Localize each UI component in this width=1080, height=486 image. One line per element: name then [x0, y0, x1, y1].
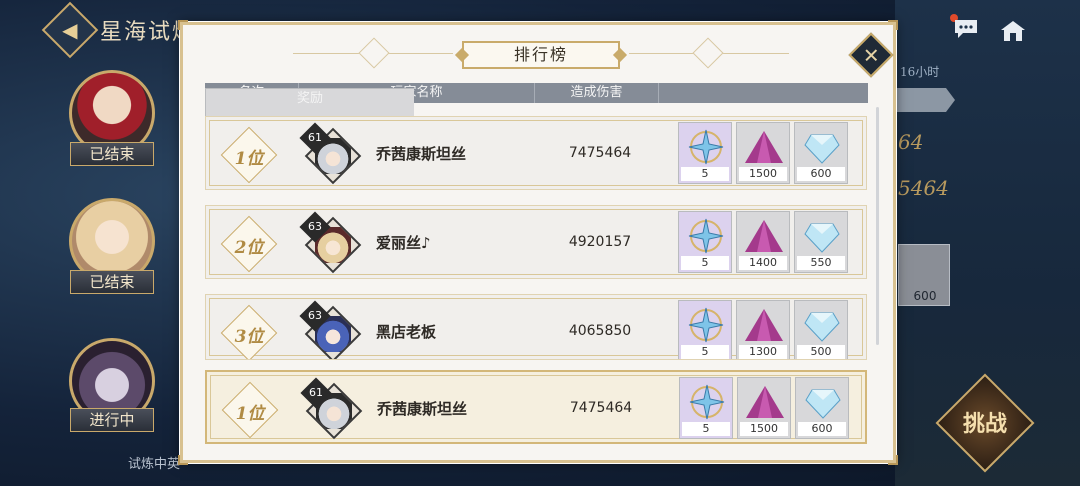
reward-crystal-pile[interactable]: 1500 — [737, 377, 791, 439]
crystal-pile-icon — [745, 309, 783, 341]
status-label: 已结束 — [70, 142, 154, 166]
reward-gem[interactable]: 600 — [794, 122, 848, 184]
corner-ornament — [178, 455, 188, 465]
gem-icon — [804, 223, 840, 253]
rank-label: 1位 — [234, 149, 264, 169]
rank-label: 2位 — [234, 238, 264, 258]
reward-gem[interactable]: 500 — [794, 300, 848, 359]
corner-ornament — [888, 455, 898, 465]
reward-count: 600 — [798, 422, 846, 436]
character-entry[interactable]: 已结束 — [62, 70, 162, 180]
title-ornament-diamond — [358, 37, 390, 69]
table-row[interactable]: 1位 61 乔茜康斯坦丝 7475464 5 1500 600 — [205, 116, 867, 190]
close-button[interactable]: ✕ — [848, 32, 894, 78]
chat-icon[interactable] — [953, 18, 979, 40]
reward-compass[interactable]: 5 — [678, 211, 732, 273]
score-value: 5464 — [898, 176, 949, 200]
reward-count: 5 — [681, 256, 729, 270]
damage-value: 4065850 — [568, 323, 632, 339]
rank-label: 1位 — [235, 404, 265, 424]
reward-count: 1300 — [739, 345, 787, 359]
player-name: 乔茜康斯坦丝 — [376, 145, 467, 163]
crystal-pile-icon — [745, 131, 783, 163]
reward-gem[interactable]: 600 — [795, 377, 849, 439]
player-avatar[interactable]: 63 — [299, 300, 362, 359]
compass-icon — [688, 218, 724, 254]
back-button[interactable]: ◀ — [41, 1, 99, 59]
reward-compass[interactable]: 5 — [679, 377, 733, 439]
player-avatar[interactable]: 63 — [299, 211, 362, 274]
score-value: 64 — [898, 130, 924, 154]
player-avatar[interactable]: 61 — [299, 122, 362, 185]
reward-count: 600 — [797, 167, 845, 181]
reward-item: 600 — [898, 244, 950, 306]
my-rank-row[interactable]: 1位 61 乔茜康斯坦丝 7475464 5 1500 600 — [205, 370, 867, 444]
rank-badge: 3位 — [220, 304, 278, 359]
corner-ornament — [178, 20, 188, 30]
table-row[interactable]: 2位 63 爱丽丝♪ 4920157 5 1400 550 — [205, 205, 867, 279]
reward-count: 500 — [797, 345, 845, 359]
top-bar: ◀ 星海试炼 — [41, 1, 196, 59]
rank-badge: 1位 — [220, 126, 278, 184]
reward-count: 5 — [681, 345, 729, 359]
rank-badge: 2位 — [220, 215, 278, 273]
header-damage: 造成伤害 — [535, 83, 659, 103]
reward-count: 1500 — [740, 422, 788, 436]
table-row[interactable]: 3位 63 黑店老板 4065850 5 1300 500 — [205, 294, 867, 360]
reward-count: 600 — [913, 289, 937, 303]
modal-title: 排行榜 — [462, 41, 620, 69]
player-name: 乔茜康斯坦丝 — [377, 400, 468, 418]
reward-crystal-pile[interactable]: 1500 — [736, 122, 790, 184]
timer-text: 16小时 — [900, 65, 940, 79]
home-icon[interactable] — [1000, 20, 1026, 42]
tag-pill — [895, 88, 955, 112]
compass-icon — [688, 307, 724, 343]
reward-crystal-pile[interactable]: 1300 — [736, 300, 790, 359]
reward-compass[interactable]: 5 — [678, 300, 732, 359]
reward-count: 1500 — [739, 167, 787, 181]
leaderboard-modal: 排行榜 ✕ 名次 玩家名称 造成伤害 奖励 1位 61 乔茜康斯坦丝 74754… — [178, 20, 898, 465]
rank-badge: 1位 — [221, 381, 279, 439]
rank-label: 3位 — [234, 327, 264, 347]
scrollbar[interactable] — [876, 107, 879, 345]
challenge-button-label: 挑战 — [962, 411, 1007, 437]
reward-gem[interactable]: 550 — [794, 211, 848, 273]
damage-value: 4920157 — [568, 234, 632, 250]
back-arrow-icon: ◀ — [62, 17, 78, 42]
gem-icon — [805, 389, 841, 419]
status-label: 已结束 — [70, 270, 154, 294]
gem-icon — [804, 312, 840, 342]
character-entry[interactable]: 已结束 — [62, 198, 162, 308]
reward-count: 1400 — [739, 256, 787, 270]
crystal-pile-icon — [746, 386, 784, 418]
character-entry[interactable]: 进行中 — [62, 338, 162, 448]
crystal-pile-icon — [745, 220, 783, 252]
player-name: 黑店老板 — [376, 323, 437, 341]
reward-count: 550 — [797, 256, 845, 270]
compass-icon — [688, 129, 724, 165]
close-icon: ✕ — [862, 42, 880, 67]
damage-value: 7475464 — [568, 145, 632, 161]
reward-count: 5 — [682, 422, 730, 436]
corner-ornament — [888, 20, 898, 30]
table-header: 名次 玩家名称 造成伤害 奖励 — [205, 83, 868, 150]
reward-count: 5 — [681, 167, 729, 181]
compass-icon — [689, 384, 725, 420]
player-name: 爱丽丝♪ — [376, 234, 431, 252]
footer-text: 试炼中英 — [128, 457, 181, 472]
title-ornament-diamond — [692, 37, 724, 69]
player-avatar[interactable]: 61 — [300, 377, 363, 440]
reward-compass[interactable]: 5 — [678, 122, 732, 184]
reward-crystal-pile[interactable]: 1400 — [736, 211, 790, 273]
gem-icon — [804, 134, 840, 164]
status-label: 进行中 — [70, 408, 154, 432]
damage-value: 7475464 — [569, 400, 633, 416]
